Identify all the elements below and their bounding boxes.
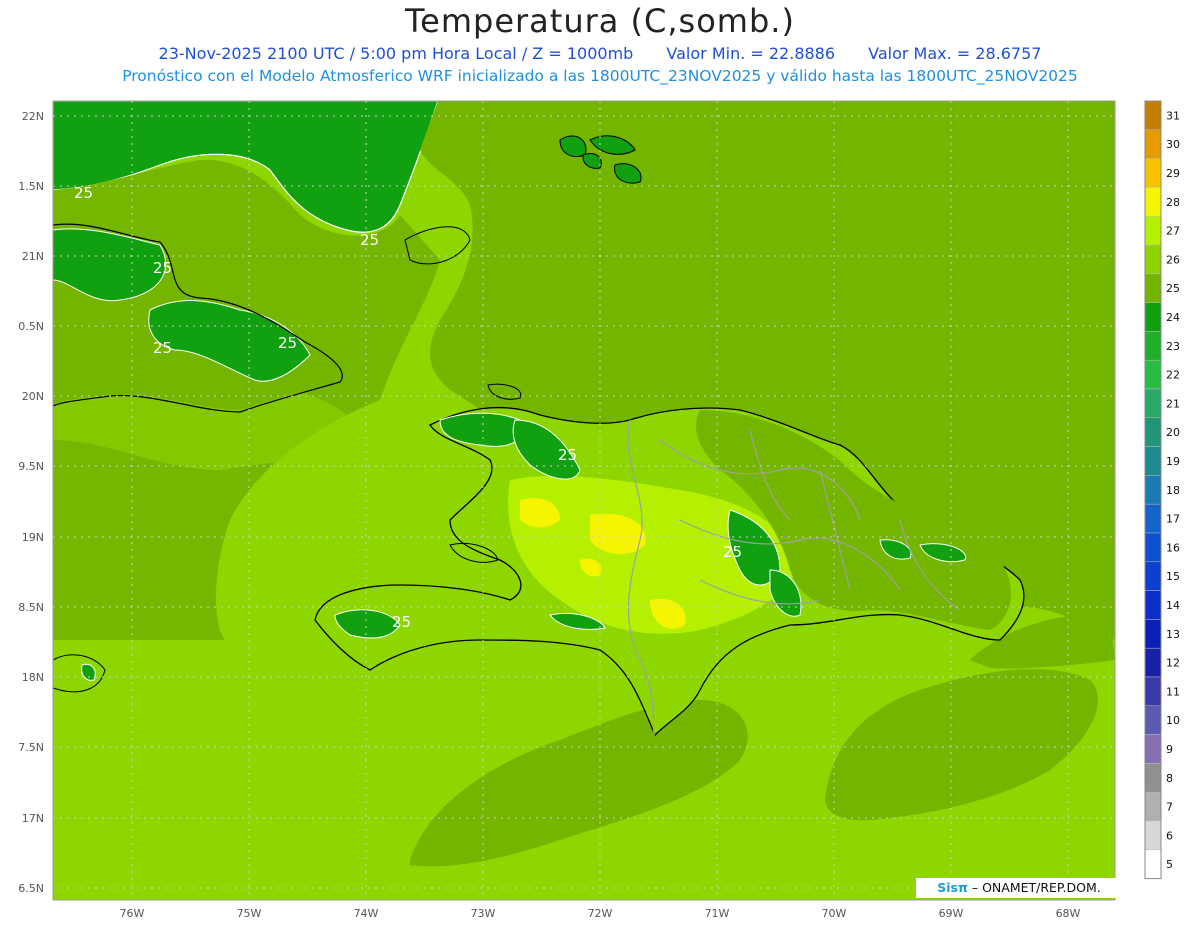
colorbar-swatch [1144,244,1162,275]
colorbar-label: 17 [1166,513,1180,526]
colorbar-label: 5 [1166,858,1173,871]
lon-label: 69W [939,907,964,920]
colorbar-swatch [1144,791,1162,822]
lat-label: 0.5N [18,320,44,333]
colorbar-swatch [1144,503,1162,534]
colorbar-swatch [1144,849,1162,879]
colorbar-swatch [1144,129,1162,159]
colorbar-label: 10 [1166,714,1180,727]
colorbar-swatch [1144,388,1162,419]
contour-label: 25 [74,184,93,202]
colorbar-label: 16 [1166,541,1180,554]
colorbar-swatch [1144,590,1162,620]
colorbar-swatch [1144,619,1162,649]
contour-label: 25 [723,543,742,561]
colorbar-swatch [1144,820,1162,851]
colorbar-label: 23 [1166,340,1180,353]
colorbar-label: 26 [1166,253,1180,266]
colorbar-swatch [1144,100,1162,131]
sispi-logo: Sisπ [937,880,968,895]
lon-label: 75W [237,907,262,920]
colorbar-label: 29 [1166,167,1180,180]
lon-label: 74W [354,907,379,920]
lat-label: 8.5N [18,601,44,614]
colorbar-swatch [1144,359,1162,390]
colorbar-swatch [1144,302,1162,332]
colorbar-swatch [1144,647,1162,678]
colorbar-label: 15 [1166,570,1180,583]
colorbar-label: 11 [1166,685,1180,698]
colorbar-swatch [1144,446,1162,476]
lat-label: 19N [22,531,44,544]
colorbar-swatch [1144,705,1162,735]
colorbar-swatch [1144,417,1162,447]
contour-label: 25 [153,339,172,357]
colorbar-swatch [1144,158,1162,188]
colorbar-label: 9 [1166,743,1173,756]
lat-label: 18N [22,671,44,684]
colorbar-label: 13 [1166,628,1180,641]
lat-label: 20N [22,390,44,403]
colorbar-swatch [1144,532,1162,563]
colorbar-swatch [1144,763,1162,793]
colorbar-swatch [1144,475,1162,505]
lat-label: 9.5N [18,460,44,473]
colorbar-label: 22 [1166,369,1180,382]
colorbar-label: 6 [1166,829,1173,842]
colorbar-label: 8 [1166,772,1173,785]
colorbar-label: 12 [1166,657,1180,670]
lat-label: 7.5N [18,741,44,754]
credit-box: Sisπ – ONAMET/REP.DOM. [916,878,1122,898]
lat-label: 1.5N [18,180,44,193]
colorbar-label: 31 [1166,109,1180,122]
lon-axis: 76W 75W 74W 73W 72W 71W 70W 69W 68W [120,907,1081,920]
contour-label: 25 [360,231,379,249]
lat-label: 22N [22,110,44,123]
contour-label: 25 [558,446,577,464]
contour-label: 25 [278,334,297,352]
colorbar-swatch [1144,734,1162,764]
colorbar-label: 27 [1166,225,1180,238]
contour-label: 25 [153,259,172,277]
lat-label: 6.5N [18,882,44,895]
lon-label: 71W [705,907,730,920]
credit-text: – ONAMET/REP.DOM. [971,880,1101,895]
colorbar-label: 24 [1166,311,1180,324]
colorbar-swatch [1144,676,1162,707]
colorbar-label: 25 [1166,282,1180,295]
lat-label: 21N [22,250,44,263]
colorbar-label: 14 [1166,599,1180,612]
colorbar-label: 21 [1166,397,1180,410]
lat-axis: 22N 1.5N 21N 0.5N 20N 9.5N 19N 8.5N 18N … [18,110,44,895]
lon-label: 73W [471,907,496,920]
lon-label: 76W [120,907,145,920]
temperature-map: 25 25 25 25 25 25 25 25 22N 1.5N 21N 0.5… [18,100,1180,920]
colorbar: 31 30 29 28 27 26 25 24 23 22 21 20 19 18 17 16 15 14 13 12… [1144,100,1180,880]
colorbar-swatch [1144,273,1162,303]
contour-label: 25 [392,613,411,631]
colorbar-label: 7 [1166,801,1173,814]
lon-label: 70W [822,907,847,920]
colorbar-swatch [1144,331,1162,361]
lat-label: 17N [22,812,44,825]
colorbar-label: 20 [1166,426,1180,439]
colorbar-label: 18 [1166,484,1180,497]
colorbar-label: 19 [1166,455,1180,468]
lon-label: 72W [588,907,613,920]
colorbar-swatch [1144,561,1162,591]
colorbar-swatch [1144,187,1162,217]
colorbar-label: 30 [1166,138,1180,151]
colorbar-swatch [1144,215,1162,246]
lon-label: 68W [1056,907,1081,920]
colorbar-label: 28 [1166,196,1180,209]
